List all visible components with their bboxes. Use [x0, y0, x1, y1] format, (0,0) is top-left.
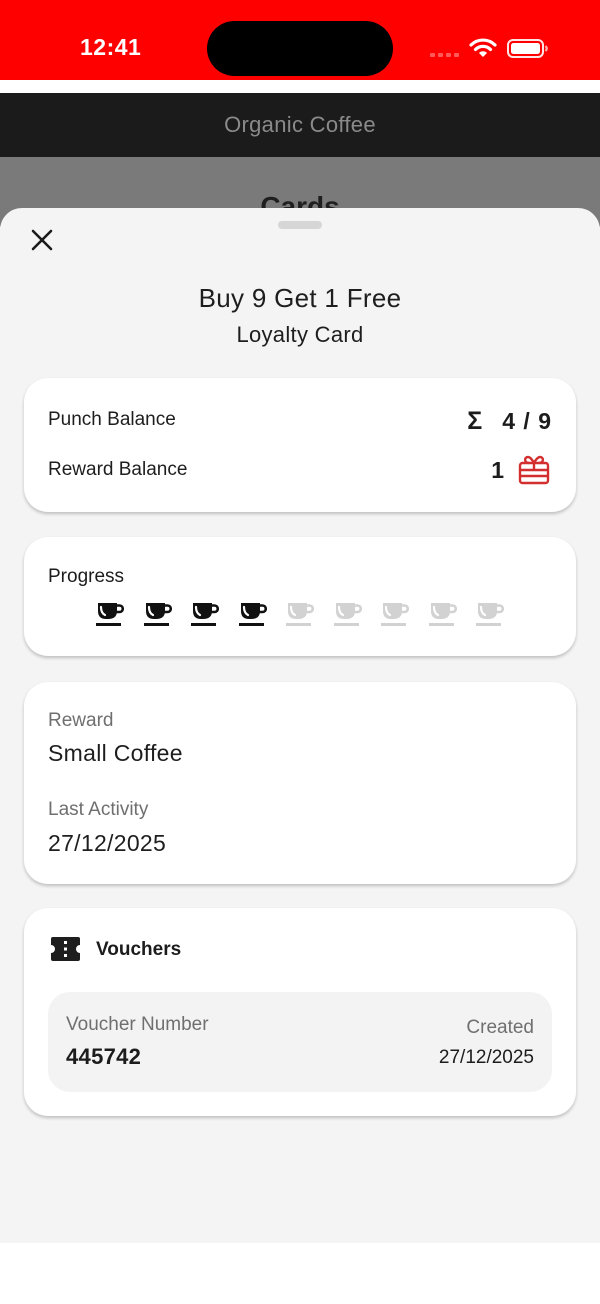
wifi-icon: [469, 38, 497, 57]
voucher-number-label: Voucher Number: [66, 1014, 209, 1035]
coffee-cup-filled-icon: [96, 603, 124, 626]
card-subtitle: Loyalty Card: [236, 322, 364, 347]
ticket-icon: [51, 937, 80, 961]
progress-card: Progress: [24, 537, 576, 656]
close-icon: [31, 229, 53, 251]
coffee-cup-filled-icon: [143, 603, 172, 626]
reward-balance: 1: [491, 455, 550, 485]
coffee-cup-empty-icon: [286, 603, 314, 626]
coffee-cup-empty-icon: [476, 603, 504, 626]
reward-value: Small Coffee: [48, 740, 183, 766]
progress-label: Progress: [48, 566, 125, 587]
punch-balance-label: Punch Balance: [48, 409, 176, 430]
app-title: Organic Coffee: [224, 112, 376, 137]
sigma-icon: Σ: [467, 407, 483, 435]
vouchers-title: Vouchers: [96, 939, 182, 960]
dynamic-island: [207, 21, 393, 76]
reward-label: Reward: [48, 710, 114, 731]
card-title: Buy 9 Get 1 Free: [198, 283, 402, 313]
punch-progress: [96, 601, 524, 629]
gift-icon: [518, 455, 550, 485]
voucher-created-date: 27/12/2025: [438, 1047, 534, 1068]
close-button[interactable]: [22, 220, 62, 260]
sheet-grabber[interactable]: [278, 221, 322, 229]
voucher-created-label: Created: [466, 1017, 534, 1038]
coffee-cup-empty-icon: [333, 603, 362, 626]
reward-card: Reward Small Coffee Last Activity 27/12/…: [24, 682, 576, 884]
app-header: Organic Coffee: [0, 93, 600, 157]
header-spacer: [0, 80, 600, 93]
cellular-signal-icon: [430, 53, 460, 59]
reward-balance-label: Reward Balance: [48, 459, 188, 480]
status-bar: 12:41: [0, 0, 600, 80]
voucher-number: 445742: [66, 1044, 142, 1069]
reward-balance-value: 1: [491, 456, 504, 483]
vouchers-card: Vouchers Voucher Number 445742 Created 2…: [24, 908, 576, 1116]
coffee-cup-empty-icon: [381, 603, 409, 626]
loyalty-card-sheet: Buy 9 Get 1 Free Loyalty Card Punch Bala…: [0, 208, 600, 1243]
last-activity-value: 27/12/2025: [48, 830, 167, 856]
coffee-cup-empty-icon: [428, 603, 457, 626]
voucher-item[interactable]: Voucher Number 445742 Created 27/12/2025: [48, 992, 552, 1092]
coffee-cup-filled-icon: [191, 603, 219, 626]
last-activity-label: Last Activity: [48, 799, 149, 820]
punch-balance: Σ 4 / 9: [467, 408, 552, 435]
battery-icon: [507, 39, 548, 58]
punch-balance-value: 4 / 9: [502, 408, 552, 434]
status-time: 12:41: [80, 34, 142, 60]
balance-card: Punch Balance Σ 4 / 9 Reward Balance 1: [24, 378, 576, 512]
coffee-cup-filled-icon: [238, 603, 267, 626]
